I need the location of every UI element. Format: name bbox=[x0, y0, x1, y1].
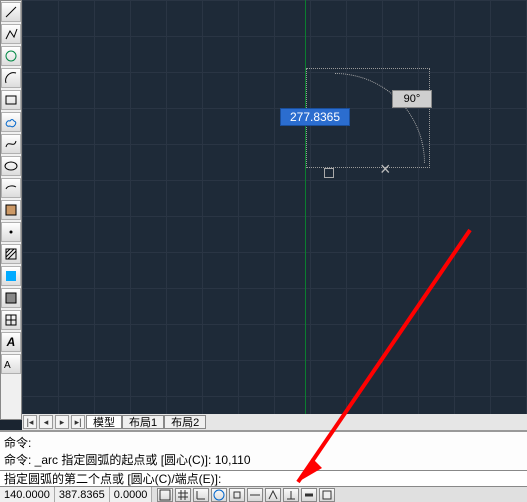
polyline-icon bbox=[4, 27, 18, 41]
angle-readout: 90° bbox=[392, 90, 432, 108]
ducs-icon bbox=[267, 489, 279, 501]
command-line-2: 命令: _arc 指定圆弧的起点或 [圆心(C)]: 10,110 bbox=[4, 451, 523, 468]
tab-layout2[interactable]: 布局2 bbox=[164, 415, 206, 429]
otrack-icon bbox=[249, 489, 261, 501]
tool-hatch[interactable] bbox=[1, 244, 21, 264]
ortho-icon bbox=[195, 489, 207, 501]
status-lwt-button[interactable] bbox=[301, 488, 317, 502]
tool-rectangle[interactable] bbox=[1, 90, 21, 110]
status-bar: 140.0000 387.8365 0.0000 bbox=[0, 486, 527, 502]
osnap-icon bbox=[231, 489, 243, 501]
tool-polyline[interactable] bbox=[1, 24, 21, 44]
tab-model[interactable]: 模型 bbox=[86, 415, 122, 429]
block-icon bbox=[4, 203, 18, 217]
command-prompt[interactable]: 指定圆弧的第二个点或 [圆心(C)/端点(E)]: bbox=[0, 470, 527, 486]
coord-x: 140.0000 bbox=[0, 487, 55, 502]
cmd2-input-b: 0,110 bbox=[221, 453, 250, 467]
status-dyn-button[interactable] bbox=[283, 488, 299, 502]
layout-tab-bar: |◂ ◂ ▸ ▸| 模型 布局1 布局2 bbox=[22, 414, 527, 430]
tool-gradient[interactable] bbox=[1, 266, 21, 286]
tool-arc[interactable] bbox=[1, 68, 21, 88]
cmd2-prompt: 指定圆弧的起点或 [圆心(C)]: bbox=[61, 453, 214, 467]
command-line-1: 命令: bbox=[4, 434, 523, 451]
tab-prev-button[interactable]: ◂ bbox=[39, 415, 53, 429]
status-ortho-button[interactable] bbox=[193, 488, 209, 502]
mtext-icon: A bbox=[4, 357, 18, 371]
svg-text:A: A bbox=[4, 360, 11, 371]
status-polar-button[interactable] bbox=[211, 488, 227, 502]
tab-layout1[interactable]: 布局1 bbox=[122, 415, 164, 429]
dyn-icon bbox=[285, 489, 297, 501]
tool-mtext[interactable]: A bbox=[1, 354, 21, 374]
hatch-icon bbox=[4, 247, 18, 261]
coord-y: 387.8365 bbox=[55, 487, 110, 502]
ellipse-icon bbox=[4, 159, 18, 173]
tool-ellipse[interactable] bbox=[1, 156, 21, 176]
line-icon bbox=[4, 5, 18, 19]
tool-line[interactable] bbox=[1, 2, 21, 22]
status-ducs-button[interactable] bbox=[265, 488, 281, 502]
tool-block[interactable] bbox=[1, 200, 21, 220]
cmd1-prefix: 命令: bbox=[4, 436, 31, 450]
tool-region[interactable] bbox=[1, 288, 21, 308]
gradient-icon bbox=[4, 269, 18, 283]
tool-table[interactable] bbox=[1, 310, 21, 330]
polar-icon bbox=[213, 489, 225, 501]
tab-last-button[interactable]: ▸| bbox=[71, 415, 85, 429]
tool-circle[interactable] bbox=[1, 46, 21, 66]
point-icon bbox=[4, 225, 18, 239]
text-icon: A bbox=[7, 335, 16, 349]
revcloud-icon bbox=[4, 115, 18, 129]
circle-icon bbox=[4, 49, 18, 63]
tool-point[interactable] bbox=[1, 222, 21, 242]
qp-icon bbox=[321, 489, 333, 501]
command-history: 命令: 命令: _arc 指定圆弧的起点或 [圆心(C)]: 10,110 bbox=[0, 430, 527, 470]
base-point-marker bbox=[324, 168, 334, 178]
cmd2-prefix: 命令: bbox=[4, 453, 35, 467]
coord-z: 0.0000 bbox=[110, 487, 153, 502]
status-osnap-button[interactable] bbox=[229, 488, 245, 502]
arc-icon bbox=[4, 71, 18, 85]
command-prompt-text: 指定圆弧的第二个点或 [圆心(C)/端点(E)]: bbox=[4, 470, 221, 487]
ellipse-arc-icon bbox=[4, 181, 18, 195]
status-snap-button[interactable] bbox=[157, 488, 173, 502]
grid-icon bbox=[177, 489, 189, 501]
tool-spline[interactable] bbox=[1, 134, 21, 154]
snap-icon bbox=[159, 489, 171, 501]
status-grid-button[interactable] bbox=[175, 488, 191, 502]
tab-next-button[interactable]: ▸ bbox=[55, 415, 69, 429]
rectangle-icon bbox=[4, 93, 18, 107]
table-icon bbox=[4, 313, 18, 327]
drawing-canvas[interactable]: 90° 277.8365 × bbox=[22, 0, 527, 414]
endpoint-marker: × bbox=[380, 160, 391, 178]
tool-text[interactable]: A bbox=[1, 332, 21, 352]
tool-ellipse-arc[interactable] bbox=[1, 178, 21, 198]
left-toolbar: A A bbox=[0, 0, 22, 420]
tool-revcloud[interactable] bbox=[1, 112, 21, 132]
y-axis-line bbox=[305, 0, 306, 414]
status-otrack-button[interactable] bbox=[247, 488, 263, 502]
tab-first-button[interactable]: |◂ bbox=[23, 415, 37, 429]
canvas-grid bbox=[22, 0, 527, 414]
distance-input[interactable]: 277.8365 bbox=[280, 108, 350, 126]
lwt-icon bbox=[303, 489, 315, 501]
spline-icon bbox=[4, 137, 18, 151]
region-icon bbox=[4, 291, 18, 305]
status-qp-button[interactable] bbox=[319, 488, 335, 502]
cmd2-cmd: _arc bbox=[35, 453, 62, 467]
